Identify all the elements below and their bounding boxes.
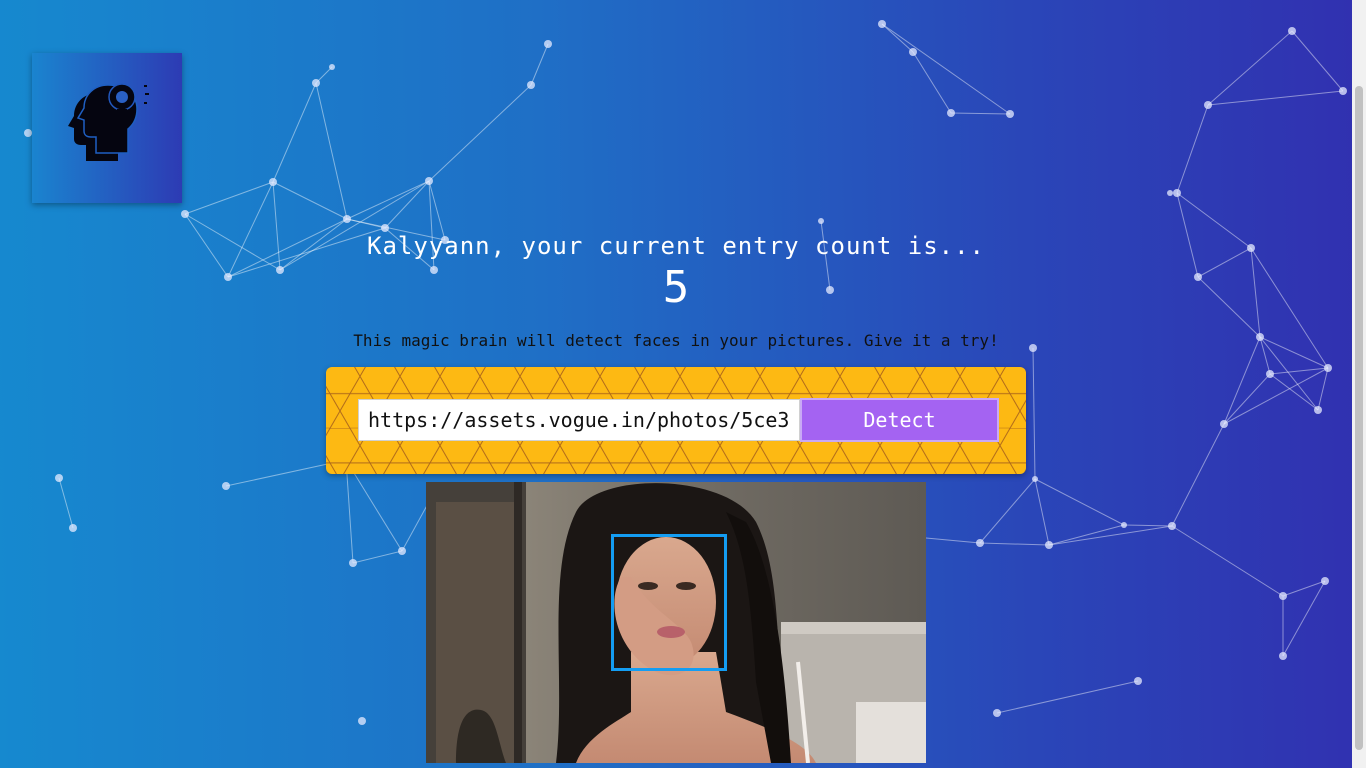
face-bounding-box bbox=[611, 534, 727, 671]
entry-count-message: Kalyyann, your current entry count is... bbox=[367, 232, 985, 260]
detect-button[interactable]: Detect bbox=[800, 398, 999, 442]
entry-count-value: 5 bbox=[662, 262, 690, 313]
image-url-input[interactable] bbox=[358, 399, 800, 441]
scrollbar-thumb[interactable] bbox=[1355, 86, 1363, 750]
vertical-scrollbar[interactable] bbox=[1352, 0, 1366, 768]
image-url-form: Detect bbox=[326, 367, 1026, 474]
head-with-gear-icon bbox=[68, 83, 149, 161]
logo-card bbox=[32, 53, 182, 203]
tagline: This magic brain will detect faces in yo… bbox=[353, 331, 999, 350]
